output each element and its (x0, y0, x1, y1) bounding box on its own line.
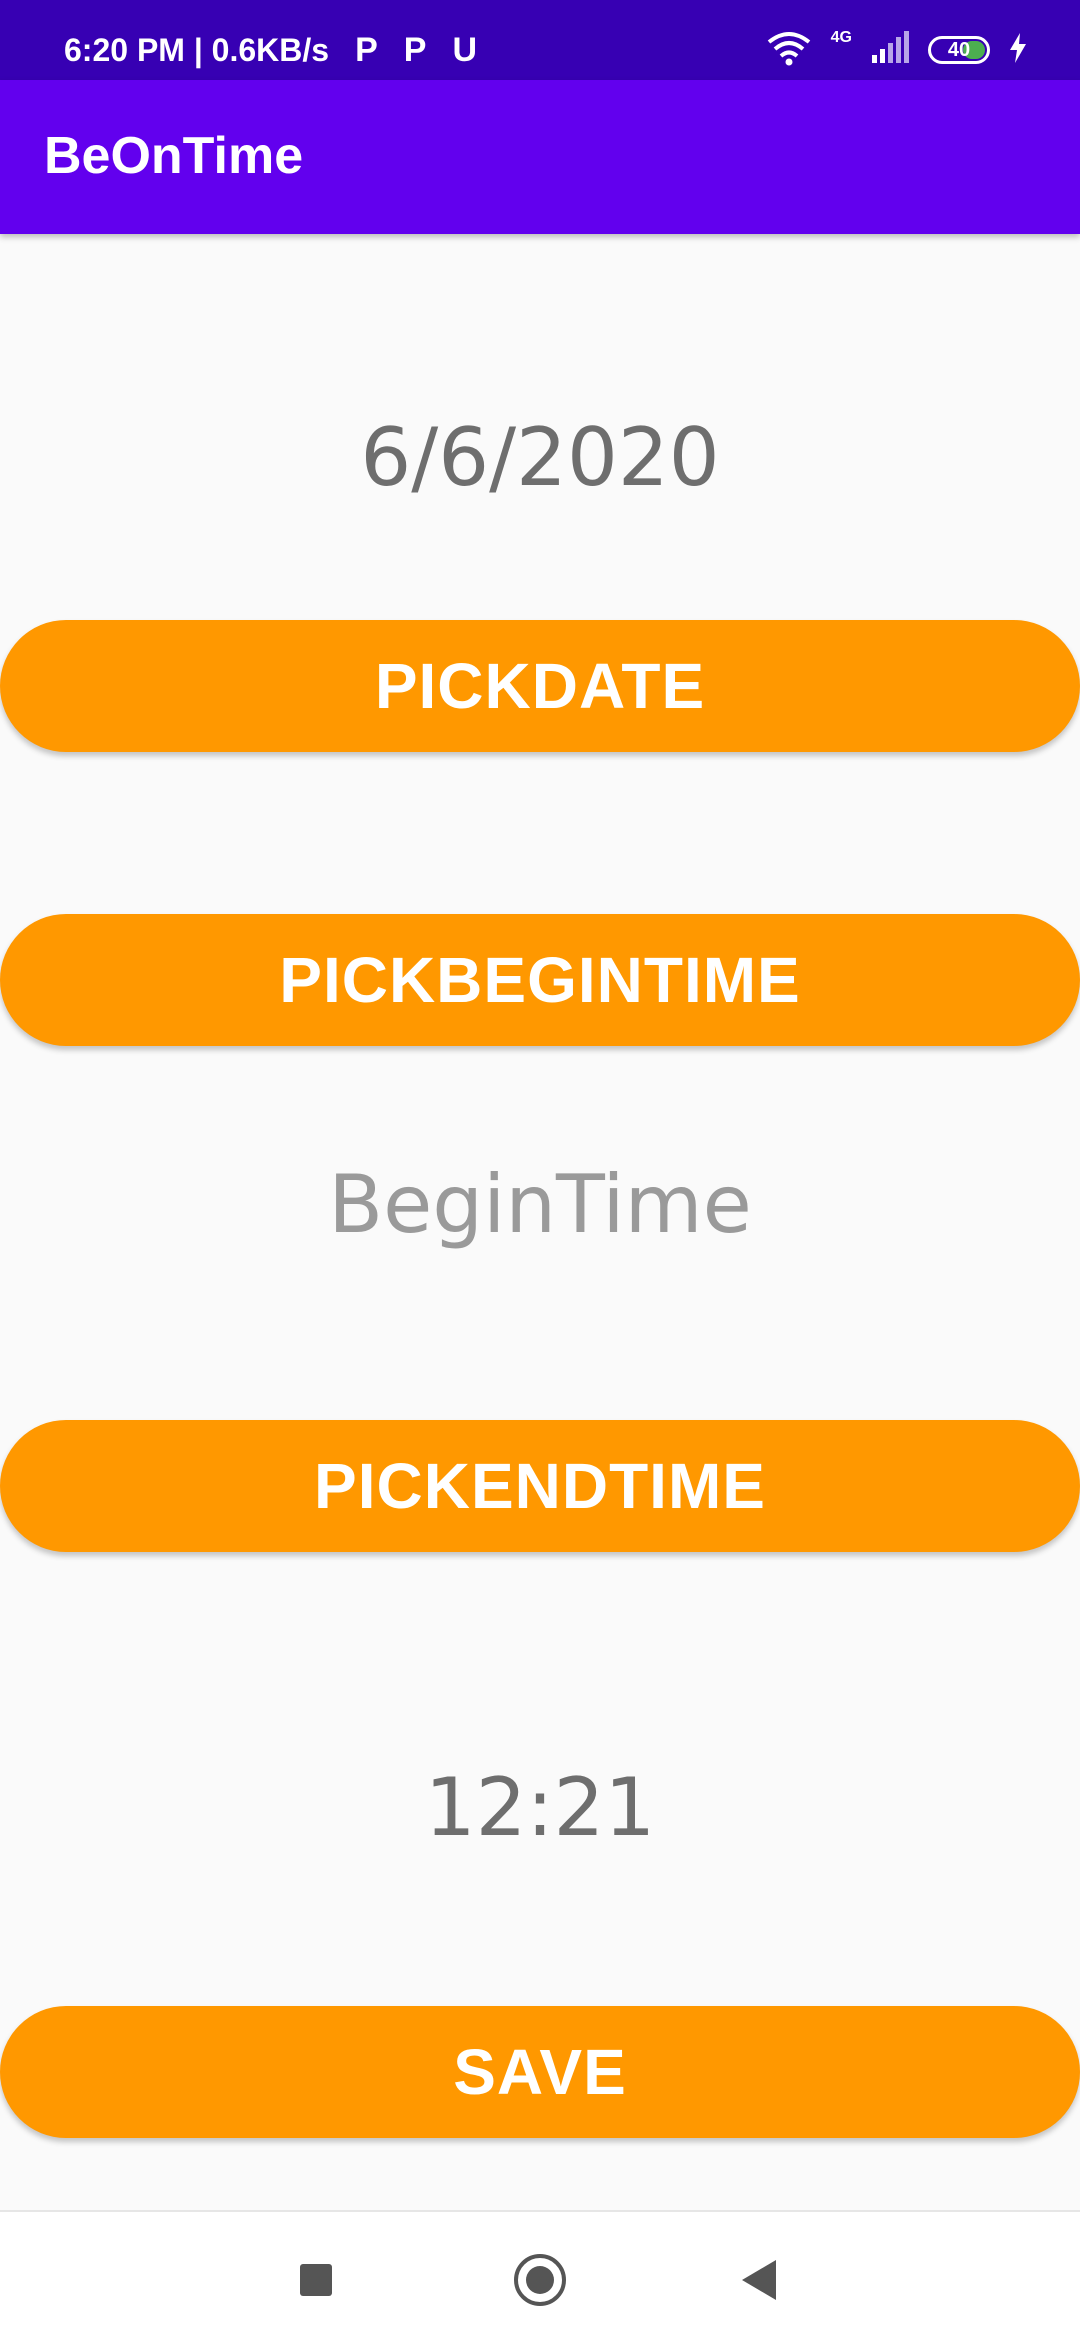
recents-square-icon[interactable] (300, 2264, 332, 2296)
notification-app-icon: P (403, 30, 427, 69)
battery-label: 40 (947, 38, 971, 61)
network-type-label: 4G (830, 29, 852, 46)
pick-date-button[interactable]: PICKDATE (0, 620, 1080, 752)
save-button[interactable]: SAVE (0, 2006, 1080, 2138)
navigation-bar (0, 2210, 1080, 2342)
begin-time-hint-text: BeginTime (328, 1158, 752, 1251)
battery-icon: 40 (928, 36, 990, 64)
signal-icon (870, 30, 910, 70)
charging-icon (1008, 32, 1028, 68)
home-circle-icon[interactable] (514, 2254, 566, 2306)
notification-app-icon: P (355, 30, 378, 69)
app-bar: BeOnTime (0, 80, 1080, 234)
date-value-text: 6/6/2020 (360, 411, 720, 504)
pick-begin-time-button[interactable]: PICKBEGINTIME (0, 914, 1080, 1046)
home-circle-dot (526, 2266, 554, 2294)
status-bar: 6:20 PM | 0.6KB/s P P U 4G 40 (0, 0, 1080, 80)
back-triangle-icon[interactable] (742, 2260, 776, 2300)
end-time-value-text: 12:21 (424, 1761, 656, 1854)
app-title: BeOnTime (44, 127, 304, 185)
notification-app-icon: U (452, 30, 477, 69)
wifi-icon (765, 30, 813, 71)
pick-end-time-button[interactable]: PICKENDTIME (0, 1420, 1080, 1552)
status-time-speed: 6:20 PM | 0.6KB/s (64, 31, 330, 68)
